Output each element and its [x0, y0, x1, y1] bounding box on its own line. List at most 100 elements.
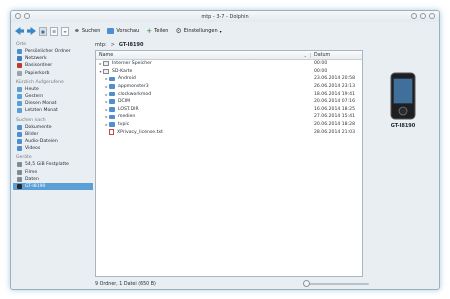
- sidebar-item-label: Persönlicher Ordner: [25, 49, 71, 55]
- audio-icon: [17, 138, 22, 144]
- file-date: 26.06.2014 23:13: [314, 84, 356, 90]
- sidebar-item-label: Letzten Monat: [25, 108, 58, 114]
- breadcrumb-separator: >: [110, 42, 115, 48]
- table-row[interactable]: ▸ appmonster3 26.06.2014 23:13: [96, 83, 362, 91]
- calendar-icon: [17, 86, 22, 92]
- back-icon[interactable]: [15, 27, 24, 35]
- sidebar-item-label: GT-I8190: [25, 183, 46, 189]
- sidebar-item[interactable]: Bilder: [13, 131, 93, 138]
- status-bar: 9 Ordner, 1 Datei (650 B): [95, 279, 439, 289]
- minimize-icon[interactable]: [411, 13, 417, 19]
- forward-icon[interactable]: [27, 27, 36, 35]
- folder-icon: [109, 99, 115, 105]
- zoom-slider-handle[interactable]: [303, 280, 310, 287]
- phone-icon: [390, 72, 416, 120]
- file-view[interactable]: Name ⌄ Datum ▸ Interner Speicher 00:00 ▾ SD-…: [95, 50, 363, 277]
- compact-view-button[interactable]: ☰: [50, 26, 58, 36]
- table-row[interactable]: ▸ LOST.DIR 16.06.2014 18:25: [96, 106, 362, 114]
- sidebar-item[interactable]: Basisordner: [13, 62, 93, 69]
- sidebar-item[interactable]: Gestern: [13, 93, 93, 100]
- calendar-icon: [17, 108, 22, 114]
- sidebar-item[interactable]: Filme: [13, 168, 93, 175]
- phone-icon: [17, 183, 22, 189]
- keep-above-icon[interactable]: [24, 13, 30, 19]
- column-header: Name ⌄ Datum: [96, 51, 362, 60]
- harddisk-icon: [17, 169, 22, 175]
- table-row[interactable]: ▸ medien 27.06.2014 15:41: [96, 113, 362, 121]
- file-name: medien: [118, 114, 136, 120]
- sidebar-item-label: Bilder: [25, 131, 39, 137]
- trash-icon: [17, 70, 22, 76]
- sidebar-section-title: Kürzlich Aufgerufene: [16, 79, 64, 85]
- sidebar-item-label: Filme: [25, 169, 38, 175]
- sidebar-item[interactable]: Letzten Monat: [13, 107, 93, 114]
- table-row[interactable]: ▸ clockworkmod 18.06.2014 19:41: [96, 90, 362, 98]
- sidebar-item[interactable]: Heute: [13, 86, 93, 93]
- device-name: GT-I8190: [390, 123, 416, 129]
- details-view-button[interactable]: ≡: [61, 26, 69, 36]
- file-date: 18.06.2014 19:41: [314, 91, 356, 97]
- chevron-down-icon: ▾: [219, 28, 222, 34]
- settings-button[interactable]: ⚙ Einstellungen ▾: [173, 26, 223, 37]
- preview-button[interactable]: Vorschau: [105, 26, 141, 37]
- sidebar-item[interactable]: GT-I8190: [13, 182, 93, 190]
- sidebar-item[interactable]: 54,5 GiB Festplatte: [13, 161, 93, 168]
- icons-view-button[interactable]: ▦: [39, 26, 47, 36]
- table-row[interactable]: ▸ DCIM 20.06.2014 07:16: [96, 98, 362, 106]
- home-folder-icon: [17, 49, 22, 55]
- sort-indicator-icon: ⌄: [303, 52, 307, 58]
- sidebar-section-title: Suchen nach: [16, 117, 46, 123]
- sidebar-item[interactable]: Daten: [13, 176, 93, 183]
- harddisk-icon: [17, 176, 22, 182]
- documents-icon: [17, 124, 22, 130]
- file-name: XPrivacy_license.txt: [117, 129, 163, 135]
- sidebar-item[interactable]: Papierkorb: [13, 70, 93, 77]
- name-column-header[interactable]: Name: [96, 53, 304, 58]
- file-list: ▸ Interner Speicher 00:00 ▾ SD-Karte 00:00 ▸ An…: [96, 60, 362, 136]
- table-row[interactable]: XPrivacy_license.txt 28.06.2014 21:03: [96, 128, 362, 136]
- close-icon[interactable]: [429, 13, 435, 19]
- file-name: LOST.DIR: [118, 106, 139, 112]
- table-row[interactable]: ▸ Android 23.06.2014 20:58: [96, 75, 362, 83]
- search-button[interactable]: ⚭ Suchen: [72, 26, 102, 37]
- breadcrumb-root[interactable]: mtp:: [95, 42, 107, 48]
- calendar-icon: [17, 94, 22, 100]
- text-file-icon: [109, 129, 114, 136]
- folder-icon: [109, 114, 115, 120]
- file-date: 00:00: [314, 61, 328, 67]
- places-sidebar: Orte Persönlicher Ordner Netzwerk Basisordn…: [13, 39, 93, 277]
- sidebar-item-label: Gestern: [25, 94, 44, 100]
- sidebar-item[interactable]: Videos: [13, 145, 93, 152]
- sidebar-item-label: 54,5 GiB Festplatte: [25, 162, 69, 168]
- table-row[interactable]: ▸ Interner Speicher 00:00: [96, 60, 362, 68]
- maximize-icon[interactable]: [420, 13, 426, 19]
- gear-icon: ⚙: [175, 27, 182, 35]
- sidebar-item[interactable]: Persönlicher Ordner: [13, 48, 93, 55]
- date-column-header[interactable]: Datum: [310, 52, 362, 58]
- table-row[interactable]: ▾ SD-Karte 00:00: [96, 68, 362, 76]
- calendar-icon: [17, 101, 22, 107]
- window-menu-icon[interactable]: [15, 13, 21, 19]
- zoom-slider[interactable]: [303, 283, 369, 285]
- title-bar: mtp - 3-7 - Dolphin: [11, 11, 439, 22]
- table-row[interactable]: ▸ tvpic 20.06.2014 18:28: [96, 121, 362, 129]
- sidebar-item[interactable]: Dokumente: [13, 124, 93, 131]
- breadcrumb[interactable]: mtp: > GT-I8190: [95, 40, 143, 50]
- file-date: 00:00: [314, 68, 328, 74]
- file-date: 20.06.2014 07:16: [314, 99, 356, 105]
- network-icon: [17, 56, 22, 62]
- sidebar-item[interactable]: Audio-Dateien: [13, 138, 93, 145]
- sidebar-item[interactable]: Netzwerk: [13, 55, 93, 62]
- sidebar-item-label: Netzwerk: [25, 56, 47, 62]
- file-date: 28.06.2014 21:03: [314, 129, 356, 135]
- window-title: mtp - 3-7 - Dolphin: [201, 13, 249, 20]
- status-text: 9 Ordner, 1 Datei (650 B): [95, 281, 156, 287]
- breadcrumb-current[interactable]: GT-I8190: [119, 42, 144, 48]
- sidebar-item-label: Dokumente: [25, 124, 52, 130]
- root-folder-icon: [17, 63, 22, 69]
- split-button[interactable]: + Teilen: [144, 26, 170, 37]
- file-name: appmonster3: [118, 84, 149, 90]
- file-date: 16.06.2014 18:25: [314, 106, 356, 112]
- sidebar-item[interactable]: Diesen Monat: [13, 100, 93, 107]
- preview-icon: [107, 28, 115, 34]
